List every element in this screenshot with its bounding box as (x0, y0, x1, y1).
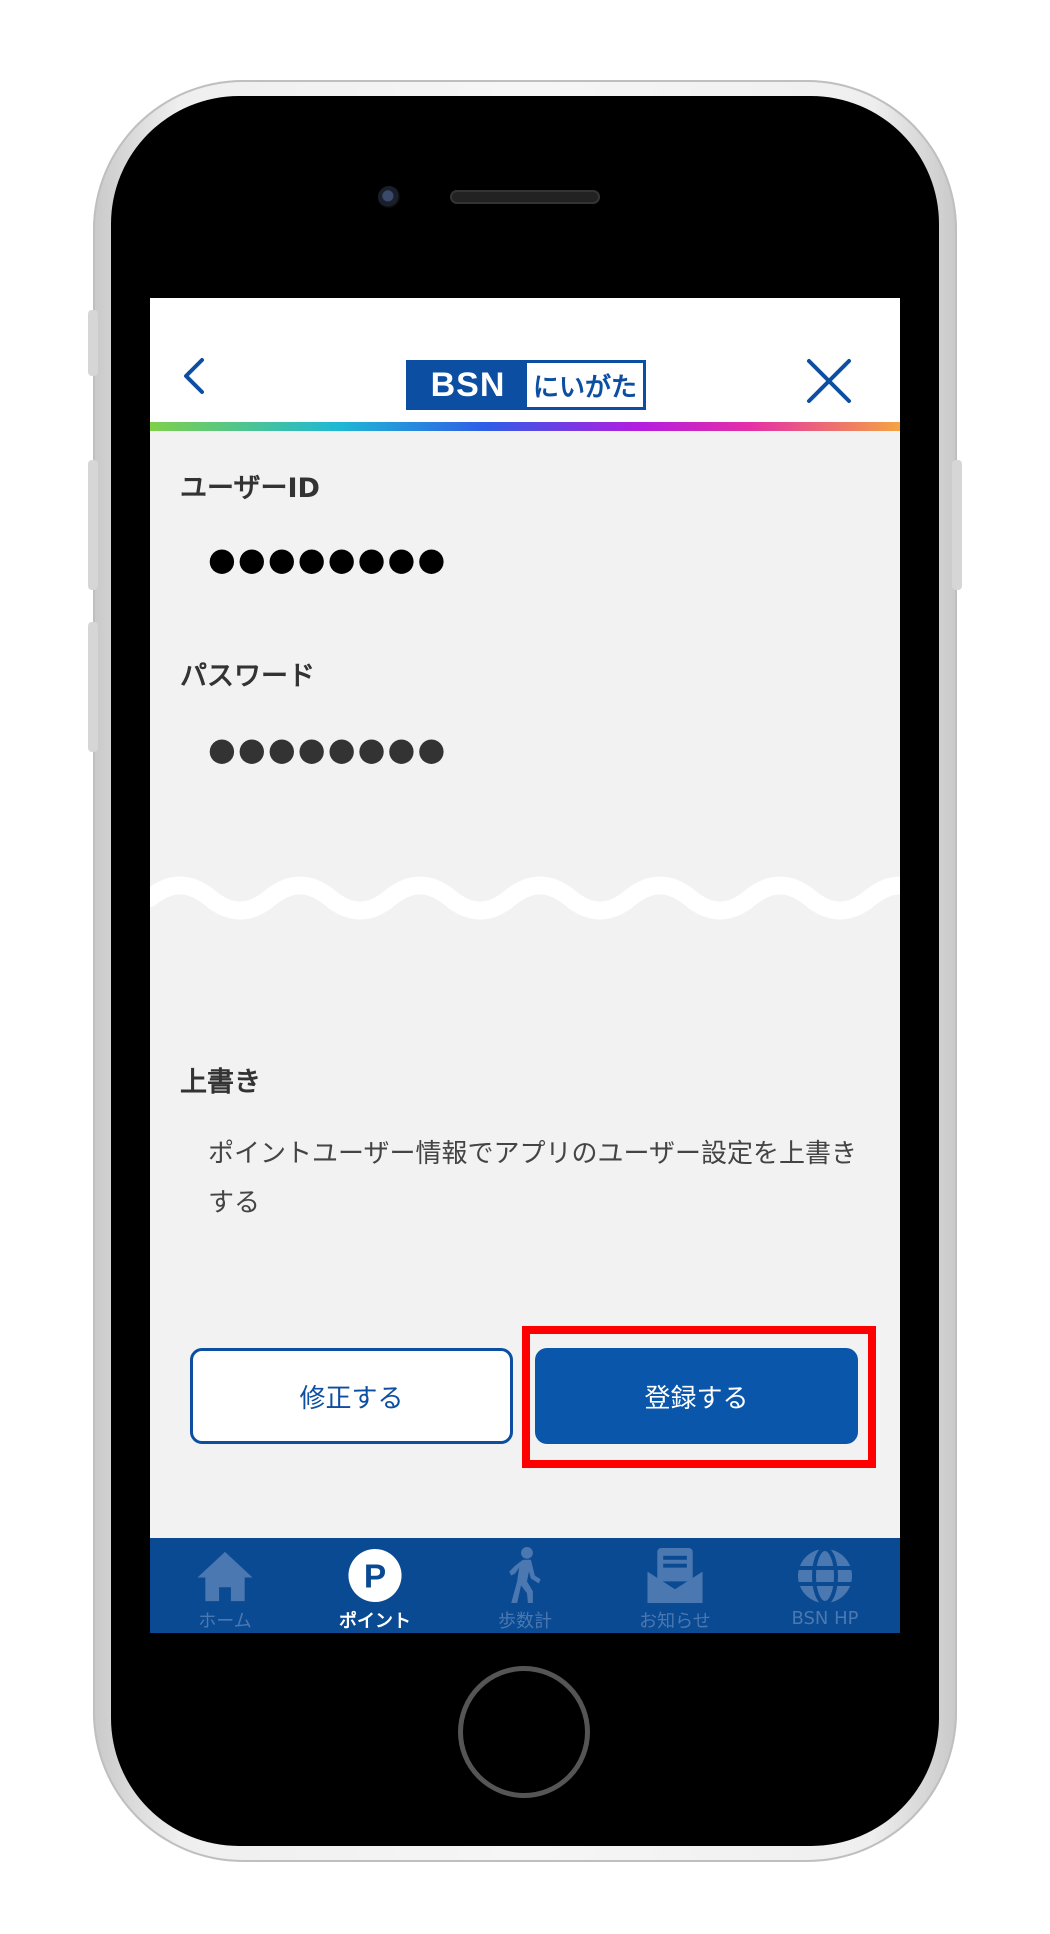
tab-label: ホーム (198, 1611, 252, 1632)
rainbow-divider (150, 422, 900, 431)
point-icon: P (348, 1548, 402, 1603)
user-id-label: ユーザーID (180, 473, 320, 504)
tab-label: ポイント (339, 1611, 411, 1632)
home-icon (197, 1551, 253, 1602)
front-camera (378, 186, 400, 208)
tab-label: BSN HP (791, 1608, 859, 1629)
user-id-value: ●●●●●●●● (208, 540, 448, 578)
bottom-tab-bar: ホーム P ポイント 歩数計 お知らせ BSN HP (150, 1538, 900, 1633)
walker-icon (509, 1546, 541, 1604)
bsn-logo: BSN にいがた (406, 360, 646, 410)
mute-switch (88, 310, 98, 376)
volume-down-button (88, 622, 98, 752)
logo-city: にいがた (527, 363, 643, 407)
logo-brand: BSN (409, 363, 527, 407)
power-button (952, 460, 962, 590)
edit-button[interactable]: 修正する (190, 1348, 513, 1444)
password-label: パスワード (180, 661, 315, 692)
mail-icon (647, 1547, 703, 1604)
home-button[interactable] (458, 1666, 590, 1798)
tab-news[interactable]: お知らせ (600, 1538, 750, 1633)
tab-bsn-hp[interactable]: BSN HP (750, 1538, 900, 1633)
highlight-box (522, 1326, 876, 1468)
svg-text:P: P (364, 1558, 386, 1595)
overwrite-label: 上書き (180, 1067, 261, 1098)
earpiece-speaker (450, 190, 600, 204)
tab-pedometer[interactable]: 歩数計 (450, 1538, 600, 1633)
tab-label: お知らせ (639, 1611, 711, 1632)
tab-point[interactable]: P ポイント (300, 1538, 450, 1633)
globe-icon (798, 1547, 852, 1605)
tab-label: 歩数計 (498, 1611, 552, 1632)
volume-up-button (88, 460, 98, 590)
password-value: ●●●●●●●● (208, 730, 448, 768)
tab-home[interactable]: ホーム (150, 1538, 300, 1633)
wave-separator (150, 876, 900, 920)
header-bar: BSN にいがた (150, 298, 900, 422)
close-icon[interactable] (806, 358, 852, 404)
app-screen: BSN にいがた ユーザーID ●●●●●●●● パスワード ●●●●●●●● … (150, 298, 900, 1633)
overwrite-description: ポイントユーザー情報でアプリのユーザー設定を上書きする (208, 1139, 857, 1218)
back-chevron-icon[interactable] (178, 356, 212, 396)
